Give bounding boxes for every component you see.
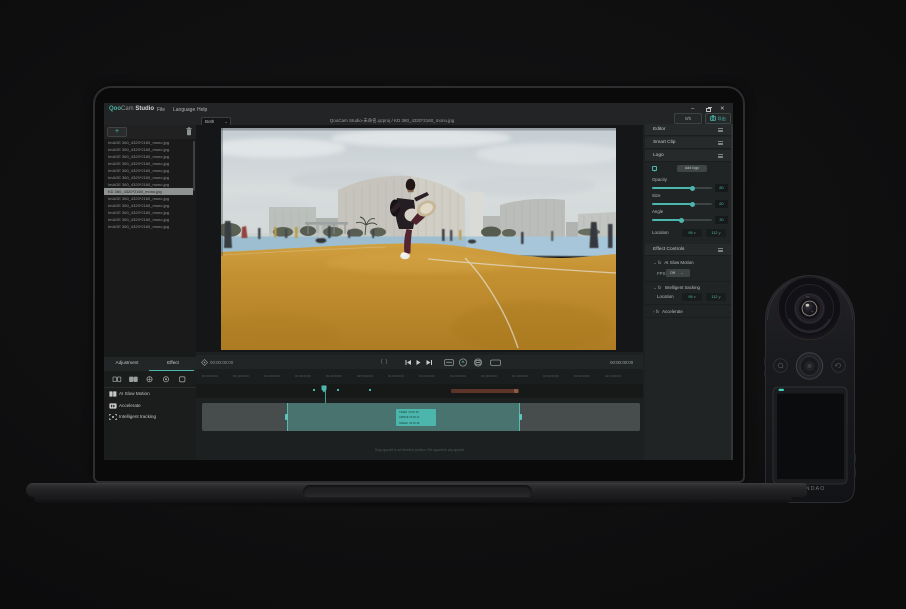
svg-text:8K: 8K bbox=[806, 295, 810, 299]
